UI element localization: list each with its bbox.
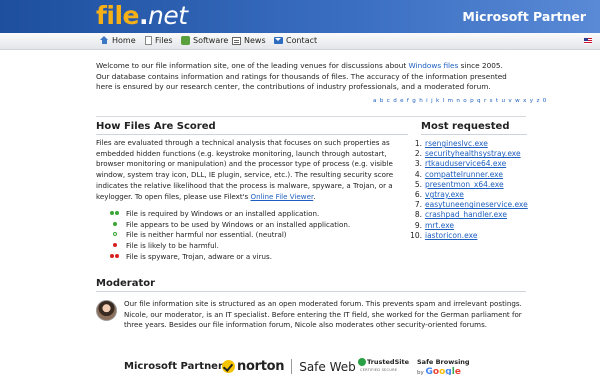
list-item: 2. securityhealthsystray.exe: [414, 149, 521, 159]
most-requested-rule: [421, 134, 527, 135]
list-item: 10. iastoricon.exe: [410, 230, 478, 240]
nav-software-label: Software: [193, 36, 229, 45]
trustedsite-word: TrustedSite: [367, 358, 410, 366]
site-header: file.net Microsoft Partner: [0, 0, 600, 33]
safe-web-word: Safe Web: [299, 359, 356, 374]
windows-files-link[interactable]: Windows files: [409, 61, 459, 70]
legend-text: File appears to be used by Windows or an…: [126, 219, 351, 229]
file-link[interactable]: compattelrunner.exe: [425, 170, 503, 179]
nav-software[interactable]: Software: [181, 36, 228, 45]
software-icon: [181, 36, 190, 45]
logo-dot: .: [138, 1, 149, 30]
scored-heading: How Files Are Scored: [96, 121, 216, 132]
legend-text: File is required by Windows or an instal…: [126, 209, 320, 218]
norton-word: norton: [237, 359, 285, 374]
legend-row: File is likely to be harmful.: [110, 241, 330, 251]
rating-dots-icon: [110, 243, 122, 249]
nav-contact-label: Contact: [286, 36, 318, 45]
file-link[interactable]: mrt.exe: [425, 221, 454, 230]
legend-text: File is likely to be harmful.: [126, 241, 219, 251]
legend-text: File is spyware, Trojan, adware or a vir…: [126, 251, 272, 261]
moderator-heading-rule: [96, 291, 526, 292]
list-item: 5. presentmon_x64.exe: [414, 179, 504, 189]
file-link[interactable]: rsengineslvc.exe: [425, 139, 488, 148]
list-item: 1. rsengineslvc.exe: [414, 139, 488, 148]
safe-browsing-word: Safe Browsing: [417, 358, 470, 366]
list-item: 7. easytuneengineservice.exe: [414, 200, 528, 210]
rating-dots-icon: [110, 232, 122, 238]
home-icon: [100, 36, 109, 45]
by-google: by Google: [417, 367, 470, 375]
by-word: by: [417, 370, 424, 375]
legend-row: File is neither harmful nor essential. (…: [110, 230, 330, 240]
rating-dots-icon: [110, 211, 122, 217]
nav-news[interactable]: News: [232, 36, 266, 45]
scored-text-end: .: [313, 191, 316, 201]
file-link[interactable]: presentmon_x64.exe: [425, 180, 504, 189]
google-wordmark: Google: [425, 367, 461, 375]
microsoft-partner-logo[interactable]: Microsoft Partner: [124, 361, 223, 372]
files-icon: [145, 36, 152, 45]
file-link[interactable]: securityhealthsystray.exe: [425, 149, 521, 158]
file-link[interactable]: crashpad_handler.exe: [425, 210, 507, 219]
contact-icon: [274, 37, 283, 44]
list-item: 3. rtkauduservice64.exe: [414, 159, 507, 169]
list-item: 6. vgtray.exe: [414, 190, 464, 199]
intro-text-1: Welcome to our file information site, on…: [96, 61, 409, 70]
logo-net-text: net: [147, 1, 188, 30]
list-item: 9. mrt.exe: [414, 220, 455, 230]
trustedsite-check-icon: [358, 358, 366, 366]
legend-text: File is neither harmful nor essential. (…: [126, 230, 287, 240]
trustedsite-logo[interactable]: TrustedSite CERTIFIED SECURE: [357, 358, 409, 375]
legend-row: File is required by Windows or an instal…: [110, 209, 330, 219]
intro-paragraph: Welcome to our file information site, on…: [96, 61, 516, 93]
nav-home[interactable]: Home: [100, 36, 136, 45]
norton-check-icon: [222, 360, 235, 373]
file-link[interactable]: rtkauduservice64.exe: [425, 159, 506, 168]
file-link[interactable]: vgtray.exe: [425, 190, 464, 199]
nav-news-label: News: [244, 36, 266, 45]
nav-files-label: Files: [155, 36, 173, 45]
news-icon: [232, 36, 241, 45]
list-item: 4. compattelrunner.exe: [414, 169, 503, 179]
norton-safe-web-logo[interactable]: norton Safe Web: [222, 358, 356, 375]
rating-dots-icon: [110, 253, 122, 260]
scored-heading-rule: [96, 134, 408, 135]
file-link[interactable]: iastoricon.exe: [425, 231, 477, 240]
site-logo[interactable]: file.net: [96, 1, 188, 31]
nav-contact[interactable]: Contact: [274, 36, 317, 45]
most-requested-heading: Most requested: [421, 121, 510, 132]
rating-dots-icon: [110, 221, 122, 228]
us-flag-icon[interactable]: [584, 38, 592, 44]
legend-row: File is spyware, Trojan, adware or a vir…: [110, 252, 330, 262]
list-item: 8. crashpad_handler.exe: [414, 210, 507, 220]
logo-separator: [291, 359, 293, 374]
file-link[interactable]: easytuneengineservice.exe: [425, 200, 528, 209]
scored-text: Files are evaluated through a technical …: [96, 138, 394, 201]
section-divider: [96, 116, 526, 117]
logo-file-text: file: [96, 1, 139, 30]
nav-files[interactable]: Files: [145, 36, 173, 45]
nav-home-label: Home: [112, 36, 136, 45]
legend-row: File appears to be used by Windows or an…: [110, 220, 350, 230]
alphabet-index[interactable]: a b c d e f g h i j k l m n o p q r s t …: [373, 98, 547, 104]
online-file-viewer-link[interactable]: Online File Viewer: [251, 192, 314, 201]
microsoft-partner-label: Microsoft Partner: [462, 9, 586, 24]
certified-secure-text: CERTIFIED SECURE: [360, 368, 398, 372]
google-safe-browsing-logo[interactable]: Safe Browsing by Google: [417, 358, 470, 375]
moderator-avatar: [96, 300, 117, 321]
moderator-paragraph: Our file information site is structured …: [124, 299, 522, 330]
moderator-heading: Moderator: [96, 278, 156, 289]
scored-paragraph: Files are evaluated through a technical …: [96, 138, 408, 202]
main-nav: Home Files Software News Contact: [0, 33, 600, 50]
